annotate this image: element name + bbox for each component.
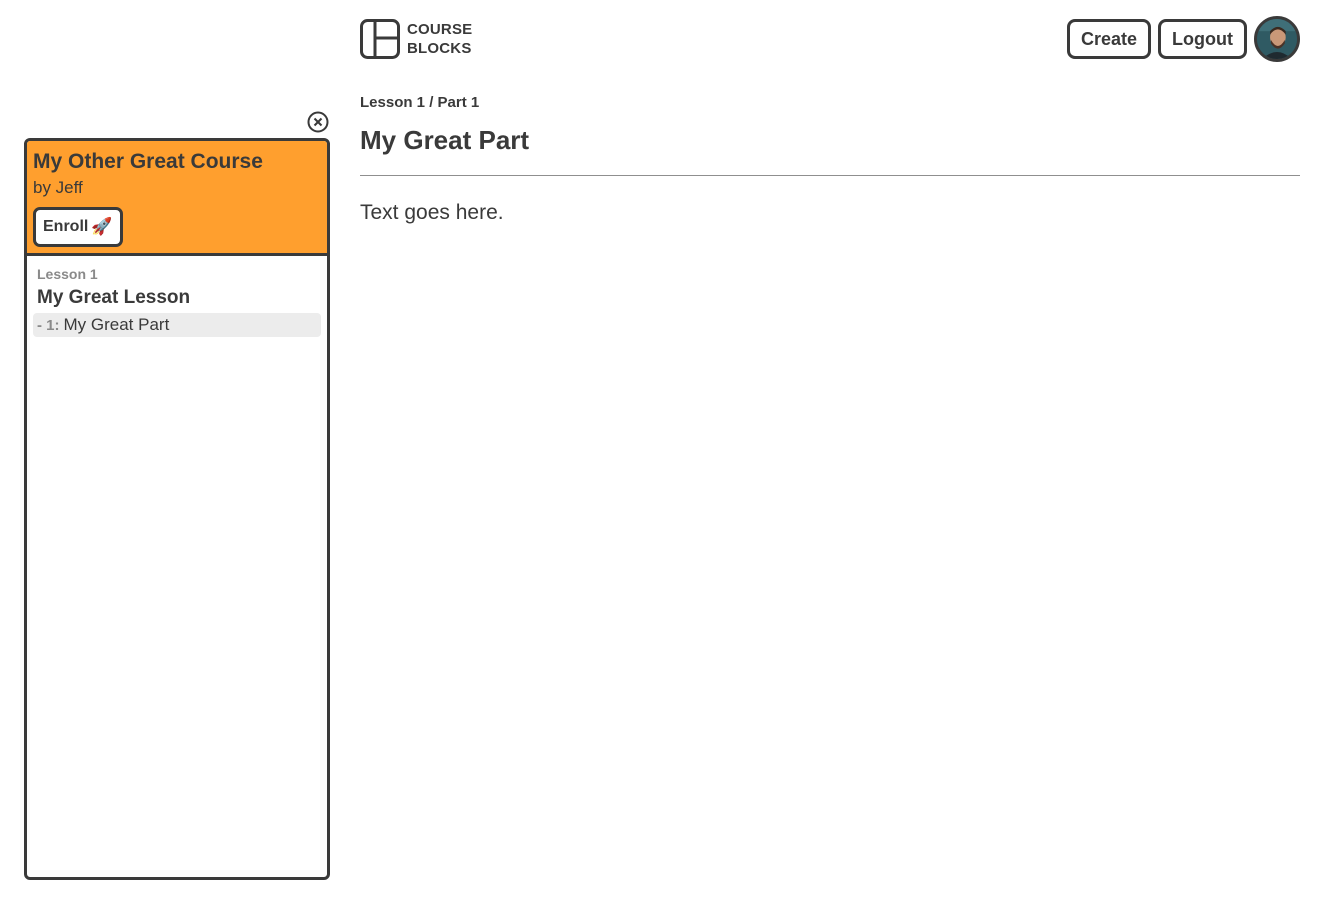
page-title: My Great Part	[360, 125, 530, 155]
part-body-text: Text goes here.	[360, 201, 504, 224]
logo-text: COURSE BLOCKS	[407, 20, 472, 58]
logo-line-1: COURSE	[407, 21, 473, 38]
lesson-label: Lesson 1	[37, 266, 98, 282]
course-sidebar: My Other Great Course by Jeff Enroll 🚀 L…	[24, 138, 330, 880]
logo-line-2: BLOCKS	[407, 40, 472, 57]
course-blocks-logo-icon	[360, 19, 400, 59]
course-author: by Jeff	[33, 178, 83, 197]
create-button[interactable]: Create	[1066, 19, 1152, 59]
part-title: My Great Part	[63, 315, 170, 334]
enroll-label: Enroll	[43, 218, 89, 235]
part-number: - 1:	[37, 316, 60, 334]
avatar[interactable]	[1254, 16, 1300, 62]
top-actions: Create Logout	[1066, 16, 1300, 62]
rocket-icon: 🚀	[91, 217, 113, 236]
part-item-selected[interactable]: - 1: My Great Part	[33, 313, 321, 337]
lesson-section: Lesson 1 My Great Lesson - 1: My Great P…	[27, 256, 327, 337]
close-sidebar-icon[interactable]	[307, 111, 329, 133]
breadcrumb: Lesson 1 / Part 1	[360, 94, 480, 111]
logout-button[interactable]: Logout	[1158, 19, 1247, 59]
course-card: My Other Great Course by Jeff Enroll 🚀	[27, 141, 327, 256]
logo[interactable]: COURSE BLOCKS	[360, 19, 472, 59]
course-title: My Other Great Course	[33, 150, 263, 173]
enroll-button[interactable]: Enroll 🚀	[33, 207, 123, 247]
lesson-title[interactable]: My Great Lesson	[33, 286, 321, 310]
divider	[360, 175, 1300, 176]
